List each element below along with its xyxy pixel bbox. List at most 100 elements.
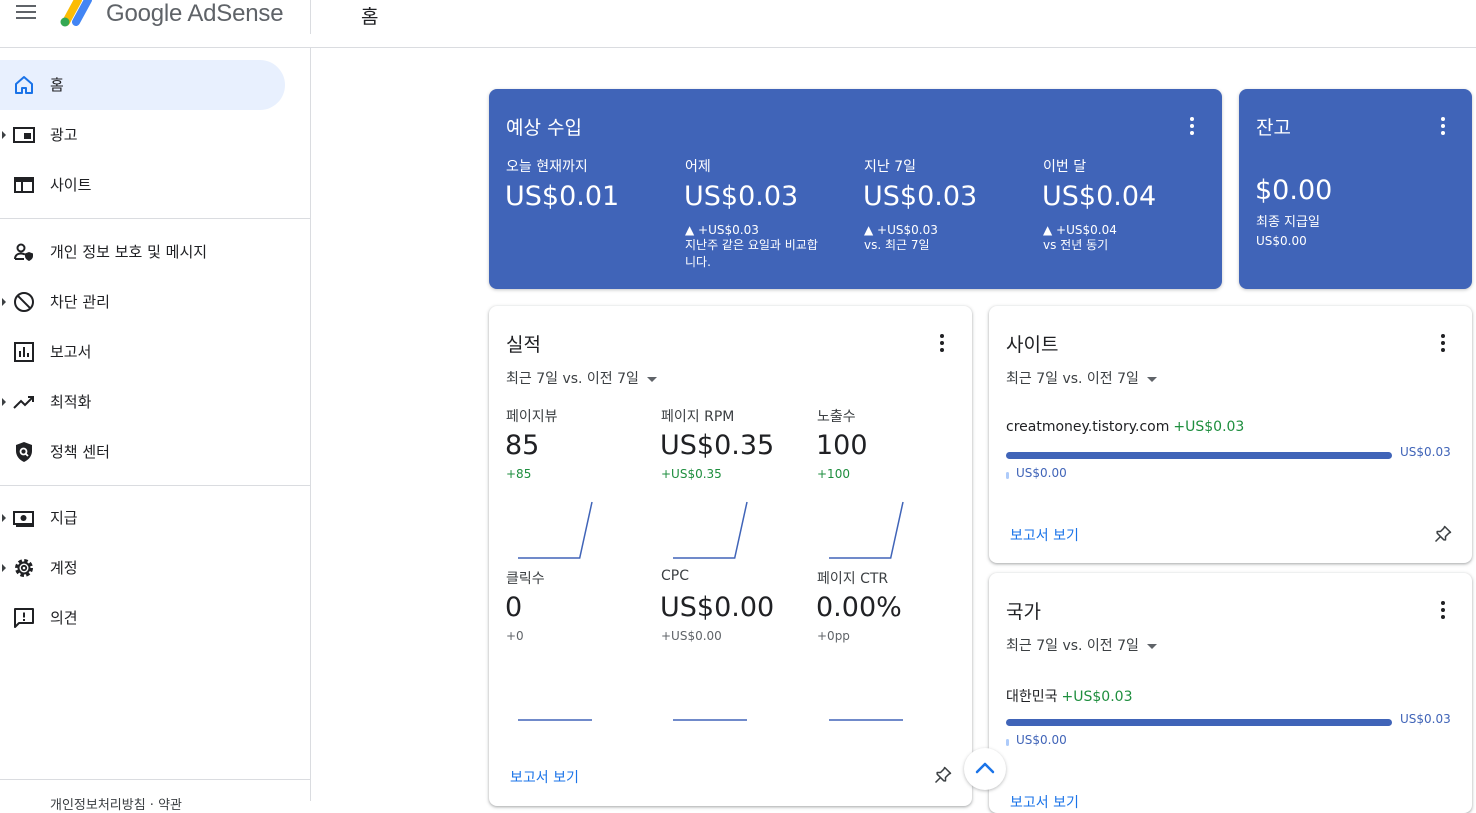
- more-options-icon[interactable]: [1440, 334, 1446, 354]
- dropdown-arrow-icon: [1146, 376, 1157, 382]
- period-label: 최근 7일 vs. 이전 7일: [1006, 638, 1139, 654]
- sidebar-item-privacy-messaging[interactable]: 개인 정보 보호 및 메시지: [0, 227, 285, 277]
- current-value-label: US$0.03: [1400, 712, 1451, 726]
- sparkline: [829, 501, 904, 559]
- period-dropdown[interactable]: 최근 7일 vs. 이전 7일: [1006, 368, 1157, 388]
- country-name: 대한민국: [1006, 689, 1058, 705]
- more-options-icon[interactable]: [939, 334, 945, 354]
- hamburger-icon[interactable]: [16, 5, 36, 21]
- metric-change: ▲ +US$0.03: [864, 223, 938, 237]
- expand-caret-icon: [2, 514, 6, 522]
- sparkline: [518, 719, 592, 721]
- sidebar-item-label: 광고: [50, 126, 78, 144]
- sidebar-item-label: 사이트: [50, 176, 92, 194]
- sidebar-item-home[interactable]: 홈: [0, 60, 285, 110]
- adsense-logo: [60, 0, 92, 27]
- metric-label: 페이지 CTR: [817, 571, 889, 587]
- metric-change: +US$0.35: [661, 467, 722, 481]
- period-dropdown[interactable]: 최근 7일 vs. 이전 7일: [506, 368, 657, 388]
- metric-value: US$0.03: [684, 181, 799, 212]
- sidebar-item-ads[interactable]: 광고: [0, 110, 285, 160]
- sidebar-item-reports[interactable]: 보고서: [0, 327, 285, 377]
- expand-caret-icon: [2, 131, 6, 139]
- sidebar-item-payments[interactable]: 지급: [0, 493, 285, 543]
- metric-label: 어제: [685, 159, 711, 175]
- metric-label: 이번 달: [1043, 159, 1087, 175]
- card-title: 실적: [506, 334, 541, 356]
- period-label: 최근 7일 vs. 이전 7일: [1006, 371, 1139, 387]
- sidebar-item-label: 홈: [50, 76, 64, 94]
- sidebar-item-blocking[interactable]: 차단 관리: [0, 277, 285, 327]
- country-row-name[interactable]: 대한민국 +US$0.03: [1006, 686, 1132, 706]
- reports-icon: [14, 342, 34, 362]
- page-title: 홈: [361, 6, 379, 28]
- last-payment-value: US$0.00: [1256, 234, 1307, 248]
- metric-value: 0.00%: [816, 592, 902, 623]
- metric-label: 페이지뷰: [506, 409, 558, 425]
- pin-icon[interactable]: [1433, 524, 1453, 544]
- metric-label: 노출수: [817, 409, 856, 425]
- sites-card: 사이트 최근 7일 vs. 이전 7일 creatmoney.tistory.c…: [989, 306, 1472, 563]
- ads-icon: [13, 127, 35, 143]
- metric-label: CPC: [661, 568, 689, 584]
- site-domain: creatmoney.tistory.com: [1006, 419, 1170, 435]
- metric-comparison: vs. 최근 7일: [864, 238, 930, 252]
- previous-value-label: US$0.00: [1016, 733, 1067, 747]
- site-row-name[interactable]: creatmoney.tistory.com +US$0.03: [1006, 419, 1244, 435]
- sparkline-series: [673, 501, 748, 559]
- sidebar-item-account[interactable]: 계정: [0, 543, 285, 593]
- settings-icon: [15, 559, 33, 577]
- top-app-bar: Google AdSense 홈: [0, 0, 1476, 48]
- pin-icon[interactable]: [933, 765, 953, 785]
- metric-value: 0: [505, 592, 523, 623]
- sparkline-series: [829, 501, 904, 559]
- metric-comparison: 니다.: [685, 255, 711, 269]
- metric-change: ▲ +US$0.04: [1043, 223, 1117, 237]
- period-label: 최근 7일 vs. 이전 7일: [506, 371, 639, 387]
- dropdown-arrow-icon: [646, 376, 657, 382]
- more-options-icon[interactable]: [1189, 117, 1195, 137]
- site-change: +US$0.03: [1173, 419, 1245, 435]
- metric-change: +0pp: [817, 629, 850, 643]
- privacy-messaging-icon: [14, 243, 33, 261]
- home-icon: [15, 76, 33, 94]
- current-period-bar: [1006, 452, 1392, 459]
- view-report-link[interactable]: 보고서 보기: [1010, 792, 1079, 812]
- sidebar-item-optimization[interactable]: 최적화: [0, 377, 285, 427]
- footer-legal-links[interactable]: 개인정보처리방침 · 약관: [50, 794, 182, 813]
- metric-label: 클릭수: [506, 571, 545, 587]
- scroll-to-top-button[interactable]: [964, 748, 1006, 790]
- previous-period-bar: [1006, 739, 1009, 746]
- previous-value-label: US$0.00: [1016, 466, 1067, 480]
- metric-change: +0: [506, 629, 524, 643]
- sidebar-item-policy-center[interactable]: 정책 센터: [0, 427, 285, 477]
- balance-value: $0.00: [1255, 175, 1333, 206]
- metric-label: 페이지 RPM: [661, 409, 735, 425]
- metric-comparison: vs 전년 동기: [1043, 238, 1109, 252]
- payments-icon: [13, 511, 34, 527]
- sparkline: [673, 719, 747, 721]
- metric-change: ▲ +US$0.03: [685, 223, 759, 237]
- sidebar-item-label: 보고서: [50, 343, 92, 361]
- sites-icon: [14, 177, 34, 193]
- more-options-icon[interactable]: [1440, 601, 1446, 621]
- dropdown-arrow-icon: [1146, 643, 1157, 649]
- metric-value: US$0.03: [863, 181, 978, 212]
- header-divider: [310, 0, 311, 34]
- more-options-icon[interactable]: [1440, 117, 1446, 137]
- sidebar-item-feedback[interactable]: 의견: [0, 593, 285, 643]
- period-dropdown[interactable]: 최근 7일 vs. 이전 7일: [1006, 635, 1157, 655]
- view-report-link[interactable]: 보고서 보기: [1010, 525, 1079, 545]
- current-value-label: US$0.03: [1400, 445, 1451, 459]
- sidebar-item-label: 최적화: [50, 393, 92, 411]
- estimated-earnings-card: 예상 수입 오늘 현재까지 US$0.01 어제 US$0.03 ▲ +US$0…: [489, 89, 1222, 289]
- chevron-up-icon: [975, 762, 995, 774]
- sidebar-item-label: 계정: [50, 559, 78, 577]
- sidebar-item-sites[interactable]: 사이트: [0, 160, 285, 210]
- last-payment-label: 최종 지급일: [1256, 215, 1320, 230]
- brand-name: Google AdSense: [106, 0, 284, 27]
- metric-value: US$0.01: [505, 181, 620, 212]
- block-icon: [14, 292, 34, 312]
- countries-card: 국가 최근 7일 vs. 이전 7일 대한민국 +US$0.03 US$0.03 …: [989, 573, 1472, 813]
- view-report-link[interactable]: 보고서 보기: [510, 767, 579, 787]
